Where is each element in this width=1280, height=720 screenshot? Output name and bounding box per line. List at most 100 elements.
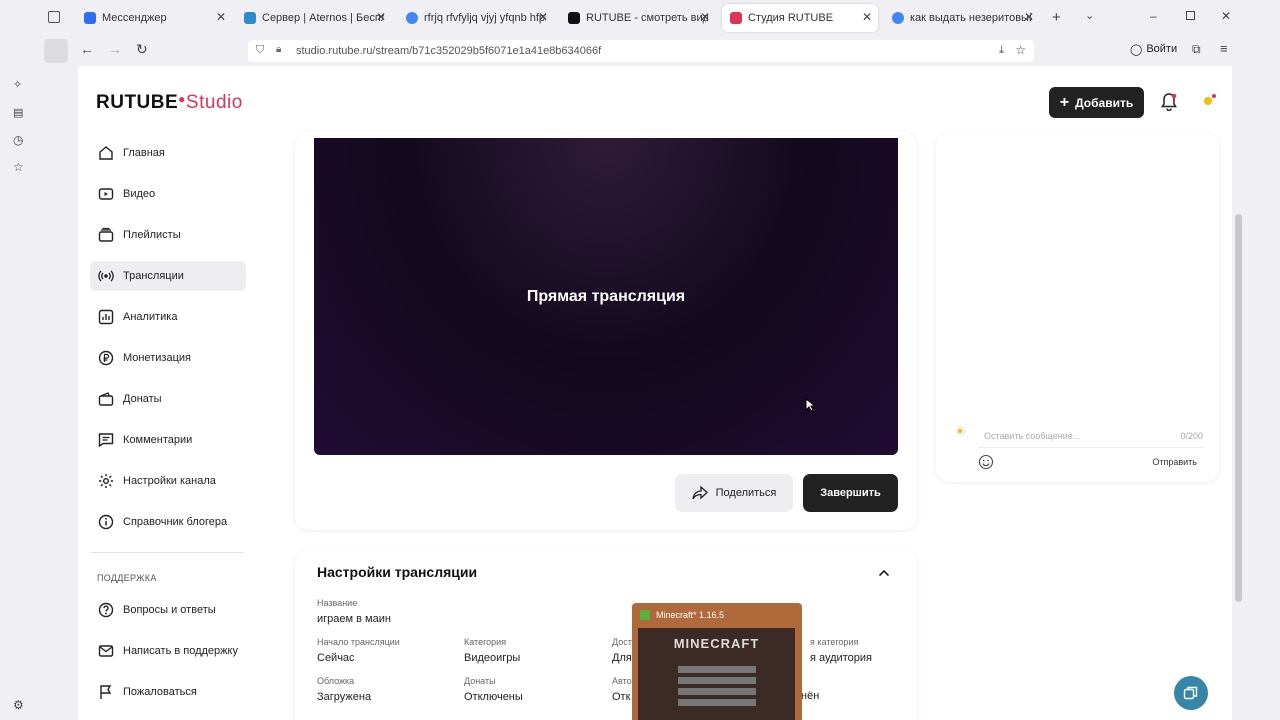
chevron-up-icon[interactable] <box>877 566 891 580</box>
minecraft-menu-buttons <box>678 666 756 708</box>
extensions-icon[interactable]: ⧉ <box>1192 42 1201 57</box>
url-text: studio.rutube.ru/stream/b71c352029b5f607… <box>296 45 602 57</box>
field-age-category: я категория я аудитория <box>810 637 872 664</box>
field-access: Дост Для <box>612 637 632 664</box>
settings-title: Настройки трансляции <box>317 564 478 580</box>
tab-google-search[interactable]: rfrjq rfvfyljq vjyj yfqnb hfph ✕ <box>398 4 554 32</box>
rutube-icon <box>568 12 580 24</box>
tab-google-search-2[interactable]: как выдать незеритовый м✕ <box>884 4 1040 32</box>
share-button[interactable]: Поделиться <box>675 474 793 512</box>
end-stream-button[interactable]: Завершить <box>803 474 898 512</box>
sidebar-toggle-icon[interactable] <box>44 39 68 63</box>
reload-icon[interactable]: ↻ <box>136 41 148 58</box>
messenger-icon <box>84 12 96 24</box>
new-tab-icon[interactable]: + <box>1052 9 1061 26</box>
bookmarks-icon[interactable]: ☆ <box>13 160 24 174</box>
minecraft-window-preview[interactable]: Minecraft* 1.16.5 MINECRAFT <box>632 603 802 720</box>
broadcast-icon <box>98 268 114 284</box>
close-icon[interactable]: ✕ <box>700 10 710 24</box>
field-auto: Авто Отк <box>612 676 632 703</box>
tab-aternos[interactable]: Сервер | Aternos | Бесплат✕ <box>236 4 392 32</box>
close-icon[interactable]: ✕ <box>216 10 226 24</box>
minecraft-preview-title: Minecraft* 1.16.5 <box>632 603 802 627</box>
minecraft-logo: MINECRAFT <box>673 636 760 651</box>
tab-messenger[interactable]: Мессенджер ✕ <box>76 4 232 32</box>
rutube-studio-icon <box>730 12 742 24</box>
mouse-cursor-icon <box>805 398 815 412</box>
avatar[interactable] <box>1199 92 1217 110</box>
sidebar-divider <box>90 552 244 553</box>
sidebar-item-video[interactable]: Видео <box>90 179 246 209</box>
restore-icon[interactable] <box>1186 11 1195 20</box>
sidebar-item-monetization[interactable]: Монетизация <box>90 343 246 373</box>
sidebar-item-donates[interactable]: Донаты <box>90 384 246 414</box>
plus-icon: + <box>1059 93 1070 111</box>
close-icon[interactable]: ✕ <box>376 10 386 24</box>
playlist-icon <box>98 227 114 243</box>
scrollbar-thumb[interactable] <box>1235 214 1242 602</box>
sidebar-item-home[interactable]: Главная <box>90 138 246 168</box>
minecraft-thumbnail: MINECRAFT <box>638 628 795 720</box>
download-icon[interactable]: ⤓ <box>999 44 1004 57</box>
browser-tabbar: Мессенджер✕ Сервер | Aternos | Бесплат✕ … <box>0 0 1280 36</box>
comments-icon <box>98 432 114 448</box>
donate-icon <box>98 391 114 407</box>
close-icon[interactable]: ✕ <box>1024 10 1034 24</box>
tab-rutube[interactable]: RUTUBE - смотреть видео с✕ <box>560 4 716 32</box>
tab-dropdown-icon[interactable]: ⌄ <box>1085 9 1094 22</box>
chat-panel: Оставить сообщение... 0/200 Отправить <box>936 132 1219 482</box>
rutube-studio-logo[interactable]: RUTUBE●Studio <box>96 92 243 114</box>
bell-icon[interactable] <box>1161 93 1177 111</box>
browser-sidebar: ✧ ▤ ◷ ☆ ⚙ <box>0 36 38 720</box>
google-icon <box>892 12 904 24</box>
support-chat-icon <box>1183 686 1198 700</box>
window-close-icon[interactable]: ✕ <box>1221 9 1231 23</box>
sidebar-item-channel-settings[interactable]: Настройки канала <box>90 466 246 496</box>
window-edge <box>1245 66 1280 720</box>
add-button[interactable]: + Добавить <box>1049 87 1144 118</box>
analytics-icon <box>98 309 114 325</box>
account-icon: ◯ <box>1130 44 1143 56</box>
close-icon[interactable]: ✕ <box>862 10 872 24</box>
settings-icon <box>98 473 114 489</box>
share-icon <box>691 485 708 500</box>
tab-list-icon[interactable] <box>48 11 60 23</box>
mail-icon <box>98 643 114 659</box>
help-chat-button[interactable] <box>1174 676 1208 710</box>
info-icon <box>98 514 114 530</box>
shield-icon: ⛉ <box>256 44 265 56</box>
address-bar[interactable]: ⛉ 🔒︎ studio.rutube.ru/stream/b71c352029b… <box>248 40 1034 62</box>
forward-icon[interactable]: → <box>108 41 122 57</box>
field-category: Категория Видеоигры <box>464 637 521 664</box>
ai-icon[interactable]: ✧ <box>13 78 22 91</box>
sidebar-item-comments[interactable]: Комментарии <box>90 425 246 455</box>
field-start: Начало трансляции Сейчас <box>317 637 400 664</box>
chat-message-input[interactable]: Оставить сообщение... <box>978 424 1204 448</box>
login-button[interactable]: ◯ Войти <box>1130 43 1177 56</box>
app-menu-icon[interactable]: ≡ <box>1220 41 1228 56</box>
page-scrollbar[interactable] <box>1232 66 1245 720</box>
sidebar-item-faq[interactable]: Вопросы и ответы <box>90 595 246 625</box>
sidebar-item-blogger-guide[interactable]: Справочник блогера <box>90 507 246 537</box>
aternos-icon <box>244 12 256 24</box>
sidebar-item-playlists[interactable]: Плейлисты <box>90 220 246 250</box>
close-icon[interactable]: ✕ <box>538 10 548 24</box>
synced-tabs-icon[interactable]: ▤ <box>13 106 23 119</box>
chat-char-counter: 0/200 <box>1180 431 1203 441</box>
chat-send-button[interactable]: Отправить <box>1152 457 1197 467</box>
tab-rutube-studio[interactable]: Студия RUTUBE ✕ <box>722 4 878 32</box>
google-icon <box>406 12 418 24</box>
sidebar-item-analytics[interactable]: Аналитика <box>90 302 246 332</box>
field-cover: Обложка Загружена <box>317 676 372 703</box>
sidebar-item-complain[interactable]: Пожаловаться <box>90 677 246 707</box>
sidebar-item-write-support[interactable]: Написать в поддержку <box>90 636 246 666</box>
sidebar-item-broadcasts[interactable]: Трансляции <box>90 261 246 291</box>
lock-icon: 🔒︎ <box>276 44 282 55</box>
stream-status-title: Прямая трансляция <box>526 287 686 305</box>
emoji-icon[interactable] <box>978 454 994 470</box>
sidebar-settings-icon[interactable]: ⚙ <box>13 698 24 712</box>
minimize-icon[interactable]: – <box>1150 9 1157 23</box>
history-icon[interactable]: ◷ <box>13 133 23 147</box>
back-icon[interactable]: ← <box>80 41 94 57</box>
bookmark-star-icon[interactable]: ☆ <box>1015 43 1026 57</box>
